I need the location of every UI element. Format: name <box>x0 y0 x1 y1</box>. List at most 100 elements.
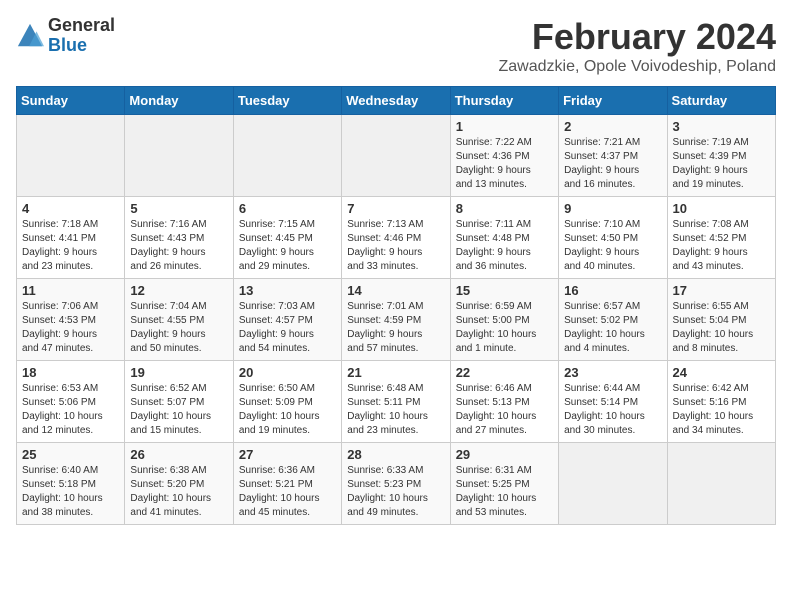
logo-text: General Blue <box>48 16 115 56</box>
day-info: Sunrise: 7:08 AM Sunset: 4:52 PM Dayligh… <box>673 218 770 274</box>
day-info: Sunrise: 7:11 AM Sunset: 4:48 PM Dayligh… <box>456 218 553 274</box>
logo: General Blue <box>16 16 115 56</box>
day-info: Sunrise: 6:57 AM Sunset: 5:02 PM Dayligh… <box>564 300 661 356</box>
calendar-day-cell: 11 Sunrise: 7:06 AM Sunset: 4:53 PM Dayli… <box>17 279 125 361</box>
day-number: 8 <box>456 201 553 216</box>
page-title: February 2024 <box>498 16 776 58</box>
day-info: Sunrise: 6:40 AM Sunset: 5:18 PM Dayligh… <box>22 464 119 520</box>
calendar-day-cell: 6 Sunrise: 7:15 AM Sunset: 4:45 PM Daylig… <box>233 197 341 279</box>
day-info: Sunrise: 6:36 AM Sunset: 5:21 PM Dayligh… <box>239 464 336 520</box>
calendar-week-row: 4 Sunrise: 7:18 AM Sunset: 4:41 PM Daylig… <box>17 197 776 279</box>
calendar-day-cell <box>125 115 233 197</box>
day-number: 15 <box>456 283 553 298</box>
calendar-col-header: Sunday <box>17 87 125 115</box>
day-info: Sunrise: 7:22 AM Sunset: 4:36 PM Dayligh… <box>456 136 553 192</box>
calendar-day-cell: 1 Sunrise: 7:22 AM Sunset: 4:36 PM Daylig… <box>450 115 558 197</box>
calendar-day-cell <box>233 115 341 197</box>
calendar-day-cell: 12Sunrise: 7:04 AM Sunset: 4:55 PM Dayli… <box>125 279 233 361</box>
calendar-col-header: Wednesday <box>342 87 450 115</box>
calendar-day-cell <box>559 443 667 525</box>
day-info: Sunrise: 6:59 AM Sunset: 5:00 PM Dayligh… <box>456 300 553 356</box>
day-info: Sunrise: 7:21 AM Sunset: 4:37 PM Dayligh… <box>564 136 661 192</box>
day-info: Sunrise: 6:55 AM Sunset: 5:04 PM Dayligh… <box>673 300 770 356</box>
day-number: 13 <box>239 283 336 298</box>
day-number: 24 <box>673 365 770 380</box>
day-info: Sunrise: 7:18 AM Sunset: 4:41 PM Dayligh… <box>22 218 119 274</box>
calendar-col-header: Monday <box>125 87 233 115</box>
calendar-day-cell: 18 Sunrise: 6:53 AM Sunset: 5:06 PM Dayli… <box>17 361 125 443</box>
calendar-col-header: Tuesday <box>233 87 341 115</box>
calendar-week-row: 18 Sunrise: 6:53 AM Sunset: 5:06 PM Dayli… <box>17 361 776 443</box>
day-number: 19 <box>130 365 227 380</box>
calendar-day-cell: 7Sunrise: 7:13 AM Sunset: 4:46 PM Daylig… <box>342 197 450 279</box>
day-info: Sunrise: 6:52 AM Sunset: 5:07 PM Dayligh… <box>130 382 227 438</box>
day-number: 1 <box>456 119 553 134</box>
day-number: 10 <box>673 201 770 216</box>
calendar-col-header: Thursday <box>450 87 558 115</box>
day-number: 9 <box>564 201 661 216</box>
calendar-week-row: 25 Sunrise: 6:40 AM Sunset: 5:18 PM Dayli… <box>17 443 776 525</box>
calendar-week-row: 11 Sunrise: 7:06 AM Sunset: 4:53 PM Dayli… <box>17 279 776 361</box>
day-number: 12 <box>130 283 227 298</box>
calendar-day-cell: 28 Sunrise: 6:33 AM Sunset: 5:23 PM Dayli… <box>342 443 450 525</box>
day-info: Sunrise: 6:48 AM Sunset: 5:11 PM Dayligh… <box>347 382 444 438</box>
calendar-header-row: SundayMondayTuesdayWednesdayThursdayFrid… <box>17 87 776 115</box>
day-info: Sunrise: 7:06 AM Sunset: 4:53 PM Dayligh… <box>22 300 119 356</box>
day-number: 21 <box>347 365 444 380</box>
day-number: 29 <box>456 447 553 462</box>
calendar-day-cell: 29 Sunrise: 6:31 AM Sunset: 5:25 PM Dayli… <box>450 443 558 525</box>
day-info: Sunrise: 6:46 AM Sunset: 5:13 PM Dayligh… <box>456 382 553 438</box>
calendar-table: SundayMondayTuesdayWednesdayThursdayFrid… <box>16 86 776 525</box>
day-info: Sunrise: 7:19 AM Sunset: 4:39 PM Dayligh… <box>673 136 770 192</box>
day-number: 3 <box>673 119 770 134</box>
calendar-day-cell: 15 Sunrise: 6:59 AM Sunset: 5:00 PM Dayli… <box>450 279 558 361</box>
calendar-day-cell: 19 Sunrise: 6:52 AM Sunset: 5:07 PM Dayli… <box>125 361 233 443</box>
calendar-day-cell: 5 Sunrise: 7:16 AM Sunset: 4:43 PM Daylig… <box>125 197 233 279</box>
day-info: Sunrise: 7:15 AM Sunset: 4:45 PM Dayligh… <box>239 218 336 274</box>
day-number: 11 <box>22 283 119 298</box>
day-number: 23 <box>564 365 661 380</box>
calendar-day-cell: 27Sunrise: 6:36 AM Sunset: 5:21 PM Dayli… <box>233 443 341 525</box>
calendar-day-cell: 21 Sunrise: 6:48 AM Sunset: 5:11 PM Dayli… <box>342 361 450 443</box>
day-number: 14 <box>347 283 444 298</box>
calendar-day-cell <box>342 115 450 197</box>
calendar-col-header: Saturday <box>667 87 775 115</box>
day-info: Sunrise: 7:01 AM Sunset: 4:59 PM Dayligh… <box>347 300 444 356</box>
calendar-day-cell: 17 Sunrise: 6:55 AM Sunset: 5:04 PM Dayli… <box>667 279 775 361</box>
day-number: 25 <box>22 447 119 462</box>
calendar-day-cell: 2 Sunrise: 7:21 AM Sunset: 4:37 PM Daylig… <box>559 115 667 197</box>
calendar-day-cell <box>667 443 775 525</box>
day-number: 18 <box>22 365 119 380</box>
day-info: Sunrise: 6:53 AM Sunset: 5:06 PM Dayligh… <box>22 382 119 438</box>
day-number: 5 <box>130 201 227 216</box>
day-number: 4 <box>22 201 119 216</box>
day-info: Sunrise: 7:03 AM Sunset: 4:57 PM Dayligh… <box>239 300 336 356</box>
day-info: Sunrise: 6:33 AM Sunset: 5:23 PM Dayligh… <box>347 464 444 520</box>
day-number: 26 <box>130 447 227 462</box>
logo-blue-text: Blue <box>48 36 115 56</box>
calendar-day-cell: 26Sunrise: 6:38 AM Sunset: 5:20 PM Dayli… <box>125 443 233 525</box>
day-number: 28 <box>347 447 444 462</box>
day-info: Sunrise: 6:31 AM Sunset: 5:25 PM Dayligh… <box>456 464 553 520</box>
calendar-day-cell: 8 Sunrise: 7:11 AM Sunset: 4:48 PM Daylig… <box>450 197 558 279</box>
day-info: Sunrise: 7:16 AM Sunset: 4:43 PM Dayligh… <box>130 218 227 274</box>
calendar-day-cell: 23Sunrise: 6:44 AM Sunset: 5:14 PM Dayli… <box>559 361 667 443</box>
page-subtitle: Zawadzkie, Opole Voivodeship, Poland <box>498 58 776 76</box>
day-info: Sunrise: 6:50 AM Sunset: 5:09 PM Dayligh… <box>239 382 336 438</box>
day-number: 6 <box>239 201 336 216</box>
calendar-day-cell: 14 Sunrise: 7:01 AM Sunset: 4:59 PM Dayli… <box>342 279 450 361</box>
logo-icon <box>16 22 44 50</box>
day-number: 2 <box>564 119 661 134</box>
logo-general-text: General <box>48 16 115 36</box>
calendar-day-cell: 3 Sunrise: 7:19 AM Sunset: 4:39 PM Daylig… <box>667 115 775 197</box>
calendar-day-cell <box>17 115 125 197</box>
page-header: General Blue February 2024 Zawadzkie, Op… <box>16 16 776 76</box>
calendar-day-cell: 13 Sunrise: 7:03 AM Sunset: 4:57 PM Dayli… <box>233 279 341 361</box>
day-number: 20 <box>239 365 336 380</box>
day-info: Sunrise: 7:10 AM Sunset: 4:50 PM Dayligh… <box>564 218 661 274</box>
day-number: 17 <box>673 283 770 298</box>
day-number: 22 <box>456 365 553 380</box>
calendar-day-cell: 9 Sunrise: 7:10 AM Sunset: 4:50 PM Daylig… <box>559 197 667 279</box>
calendar-day-cell: 24Sunrise: 6:42 AM Sunset: 5:16 PM Dayli… <box>667 361 775 443</box>
calendar-day-cell: 20 Sunrise: 6:50 AM Sunset: 5:09 PM Dayli… <box>233 361 341 443</box>
